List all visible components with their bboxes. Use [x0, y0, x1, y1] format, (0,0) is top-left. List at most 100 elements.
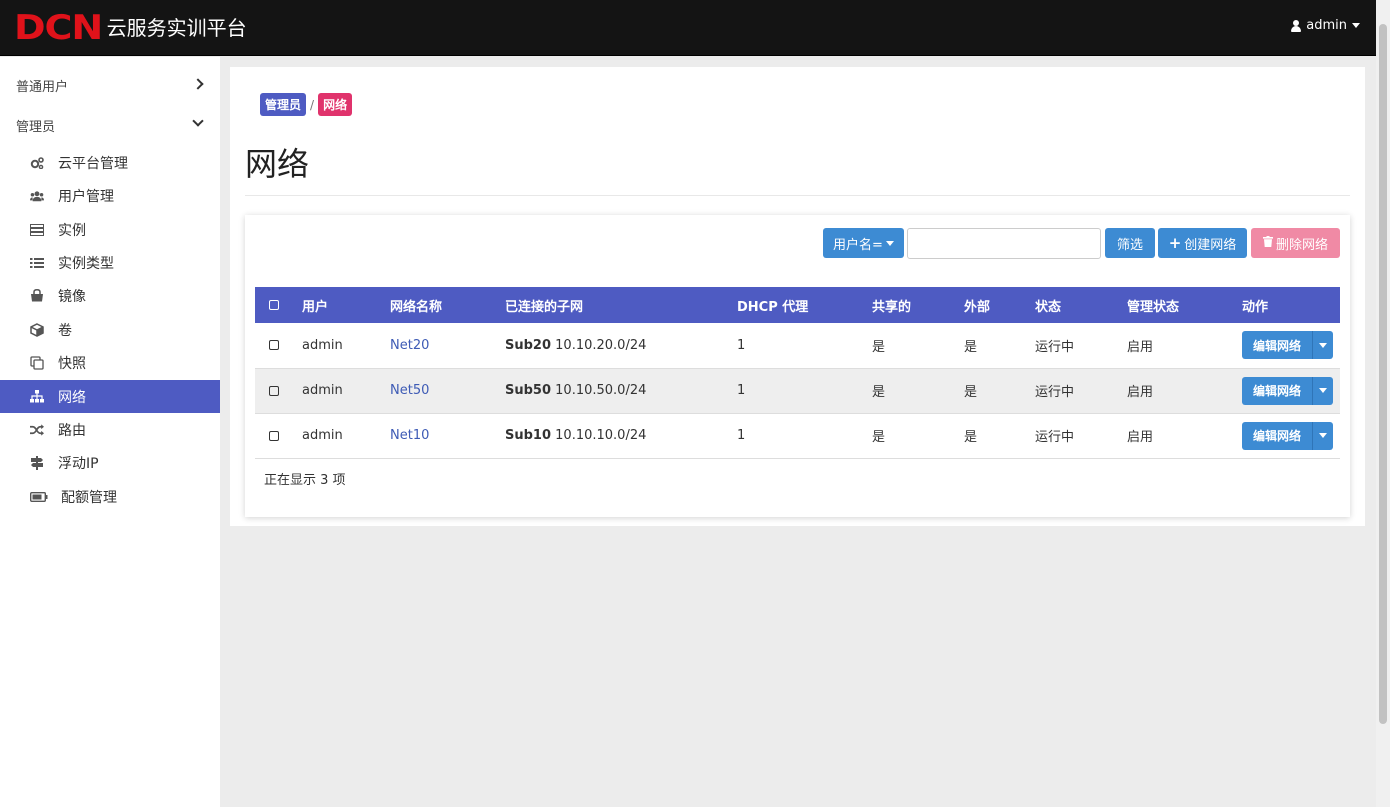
edit-network-button[interactable]: 编辑网络: [1242, 331, 1314, 360]
sidebar-item-label: 用户管理: [58, 188, 114, 205]
column-header-shared[interactable]: 共享的: [860, 287, 952, 323]
table-header-row: 用户 网络名称 已连接的子网 DHCP 代理 共享的 外部 状态 管理状态 动作: [255, 287, 1340, 323]
random-icon: [30, 423, 44, 437]
create-network-button[interactable]: + 创建网络: [1158, 228, 1247, 258]
sidebar-item-volumes[interactable]: 卷: [0, 313, 220, 346]
column-header-status[interactable]: 状态: [1023, 287, 1115, 323]
select-all-checkbox-cell: [255, 287, 290, 323]
caret-down-icon: [885, 240, 894, 246]
cell-status: 运行中: [1035, 339, 1075, 355]
chevron-down-icon: [192, 115, 204, 127]
edit-network-button-group: 编辑网络: [1242, 376, 1334, 405]
breadcrumb-separator: /: [310, 97, 315, 112]
caret-down-icon: [1352, 23, 1360, 28]
battery-icon: [30, 490, 48, 504]
row-checkbox[interactable]: [269, 430, 279, 441]
sidebar-group-admin[interactable]: 管理员: [0, 107, 220, 143]
sidebar-item-snapshots[interactable]: 快照: [0, 346, 220, 379]
cell-network-name: Net20: [378, 323, 493, 368]
chevron-right-icon: [192, 78, 204, 90]
cell-dhcp-agent: 1: [737, 383, 746, 398]
column-header-subnets[interactable]: 已连接的子网: [493, 287, 725, 323]
column-header-admin-state[interactable]: 管理状态: [1115, 287, 1230, 323]
cell-subnets: Sub10 10.10.10.0/24: [493, 413, 725, 458]
caret-down-icon: [1319, 433, 1328, 438]
breadcrumb-admin[interactable]: 管理员: [260, 93, 307, 116]
sidebar-item-user-management[interactable]: 用户管理: [0, 179, 220, 212]
delete-network-button[interactable]: 删除网络: [1251, 228, 1340, 258]
cell-dhcp-agent: 1: [737, 337, 746, 353]
sidebar-item-images[interactable]: 镜像: [0, 279, 220, 312]
cell-admin-state: 启用: [1127, 430, 1154, 445]
table-row: admin Net50 Sub50 10.10.50.0/24 1 是 是 运行…: [255, 368, 1340, 413]
sidebar-group-regular-user[interactable]: 普通用户: [0, 67, 220, 103]
caret-down-icon: [1319, 342, 1328, 348]
action-dropdown-toggle[interactable]: [1313, 422, 1333, 450]
sidebar-item-instances[interactable]: 实例: [0, 213, 220, 246]
sidebar-item-label: 网络: [58, 389, 86, 406]
select-all-checkbox[interactable]: [269, 300, 279, 310]
sidebar-item-routers[interactable]: 路由: [0, 413, 220, 446]
cell-network-name: Net10: [378, 413, 493, 458]
cell-subnets: Sub50 10.10.50.0/24: [493, 368, 725, 413]
cube-icon: [30, 322, 44, 337]
sidebar-item-cloud-platform[interactable]: 云平台管理: [0, 146, 220, 179]
user-menu-dropdown[interactable]: admin: [1291, 18, 1360, 33]
cell-status: 运行中: [1035, 430, 1075, 445]
column-header-external[interactable]: 外部: [952, 287, 1023, 323]
sidebar-item-instance-types[interactable]: 实例类型: [0, 246, 220, 279]
action-dropdown-toggle[interactable]: [1313, 331, 1333, 359]
sidebar-item-network[interactable]: 网络: [0, 380, 220, 413]
sidebar-item-floating-ip[interactable]: 浮动IP: [0, 446, 220, 479]
column-header-dhcp-agent[interactable]: DHCP 代理: [725, 287, 860, 323]
sidebar-item-label: 路由: [58, 422, 86, 439]
subnet-name: Sub10: [505, 428, 552, 443]
create-network-label: 创建网络: [1184, 237, 1237, 253]
cell-status: 运行中: [1035, 385, 1075, 400]
column-header-actions: 动作: [1242, 299, 1269, 315]
cell-admin-state: 启用: [1127, 339, 1154, 355]
sidebar-item-quota-management[interactable]: 配额管理: [0, 480, 220, 513]
cell-user: admin: [302, 383, 343, 398]
brand-logo[interactable]: DCN 云服务实训平台: [14, 11, 247, 45]
scrollbar-thumb[interactable]: [1379, 24, 1387, 724]
breadcrumb-network[interactable]: 网络: [318, 93, 353, 116]
row-checkbox[interactable]: [269, 385, 279, 396]
filter-button[interactable]: 筛选: [1105, 228, 1155, 258]
cell-actions: 编辑网络: [1230, 413, 1340, 458]
edit-network-button[interactable]: 编辑网络: [1242, 376, 1314, 405]
cell-actions: 编辑网络: [1230, 323, 1340, 368]
network-table: 用户 网络名称 已连接的子网 DHCP 代理 共享的 外部 状态 管理状态 动作…: [255, 287, 1340, 459]
cell-user: admin: [302, 428, 343, 443]
subnet-cidr: 10.10.50.0/24: [555, 383, 647, 398]
sidebar-item-label: 云平台管理: [58, 155, 128, 172]
edit-network-button[interactable]: 编辑网络: [1242, 421, 1314, 450]
title-divider: [245, 195, 1350, 196]
sidebar-item-label: 卷: [58, 322, 72, 339]
network-name-link[interactable]: Net20: [390, 338, 429, 353]
users-icon: [30, 189, 44, 203]
list-icon: [30, 256, 44, 270]
network-name-link[interactable]: Net50: [390, 383, 429, 398]
filter-field-dropdown[interactable]: 用户名=: [823, 228, 904, 258]
cell-admin-state: 启用: [1127, 385, 1154, 400]
edit-network-button-group: 编辑网络: [1242, 421, 1334, 450]
filter-input[interactable]: [907, 228, 1101, 259]
delete-network-label: 删除网络: [1275, 237, 1328, 253]
server-icon: [30, 223, 44, 237]
page-scrollbar[interactable]: [1376, 0, 1390, 807]
breadcrumb: 管理员 / 网络: [260, 93, 353, 116]
item-count-text: 正在显示 3 项: [264, 473, 346, 488]
sidebar-group-label: 管理员: [16, 119, 56, 135]
cell-external: 是: [964, 339, 978, 355]
signs-icon: [30, 455, 44, 470]
network-name-link[interactable]: Net10: [390, 428, 429, 443]
subnet-cidr: 10.10.20.0/24: [555, 337, 647, 353]
row-checkbox[interactable]: [269, 340, 279, 351]
column-header-network-name[interactable]: 网络名称: [378, 287, 493, 323]
column-header-user[interactable]: 用户: [290, 287, 378, 323]
top-navbar: DCN 云服务实训平台 admin: [0, 0, 1390, 56]
action-dropdown-toggle[interactable]: [1313, 377, 1333, 405]
sidebar-item-label: 镜像: [58, 288, 86, 305]
sidebar-item-label: 浮动IP: [58, 455, 99, 472]
